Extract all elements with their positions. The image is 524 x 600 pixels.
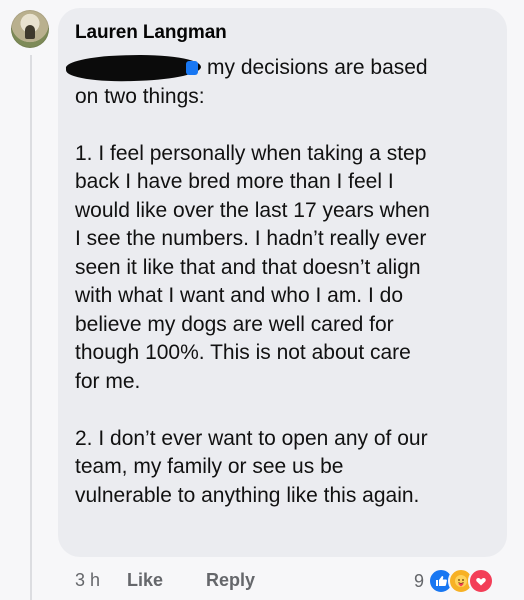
comment-line: back I have bred more than I feel I [75,170,394,193]
comment-line: I see the numbers. I hadn’t really ever [75,227,427,250]
comment-line: would like over the last 17 years when [75,198,430,222]
comment-line: though 100%. This is not about care [75,341,411,364]
comment-line: for me. [75,369,141,393]
comment-text: my decisions are based on two things: 1.… [75,54,495,510]
reply-button[interactable]: Reply [206,570,255,591]
avatar-figure [25,25,35,39]
comment-line: 2. I don’t ever want to open any of our [75,426,428,450]
comment-line: believe my dogs are well cared for [75,312,394,336]
comment-author[interactable]: Lauren Langman [75,22,227,44]
thread-line [30,55,32,600]
comment-bubble: Lauren Langman my decisions are based on… [58,8,507,557]
timestamp[interactable]: 3 h [75,570,100,591]
avatar[interactable] [11,10,49,48]
reaction-count: 9 [414,570,425,591]
comment-line: vulnerable to anything like this again. [75,483,420,507]
comment-line: on two things: [75,84,205,108]
comment-line: 1. I feel personally when taking a step [75,141,427,165]
reactions-summary[interactable]: 9 [414,568,495,594]
comment-line: team, my family or see us be [75,455,344,478]
comment-line: seen it like that and that doesn’t align [75,255,421,279]
comment-line: my decisions are based [207,56,428,79]
comment-line: with what I want and who I am. I do [75,284,404,307]
love-icon [468,568,495,594]
like-button[interactable]: Like [127,570,163,591]
